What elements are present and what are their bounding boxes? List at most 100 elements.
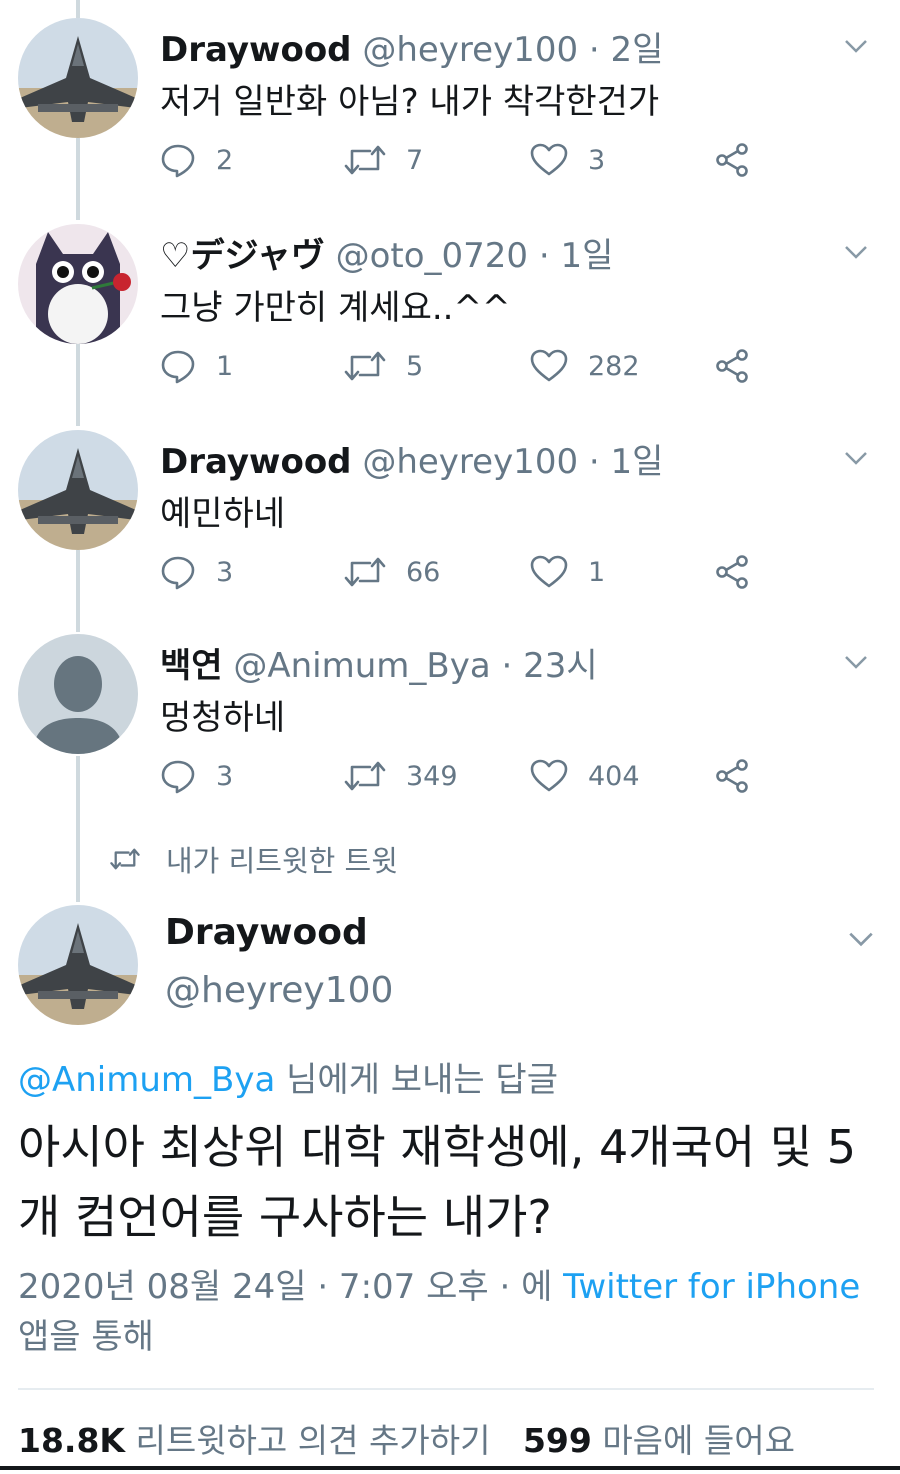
tweet-actions: 3 66 1 [160, 552, 800, 592]
avatar[interactable] [18, 224, 138, 344]
jet-avatar-image [18, 18, 138, 138]
like-button[interactable]: 1 [530, 552, 605, 592]
tweet-header: 백연 @Animum_Bya · 23시 [160, 644, 598, 688]
username[interactable]: @heyrey100 [362, 442, 578, 482]
separator-dot: · [588, 30, 600, 70]
retweet-icon [344, 761, 386, 791]
display-name[interactable]: 백연 [160, 646, 223, 686]
retweet-button[interactable]: 66 [344, 552, 440, 592]
tweet-stats: 18.8K 리트윗하고 의견 추가하기 599 마음에 들어요 [18, 1414, 795, 1462]
username[interactable]: @heyrey100 [362, 30, 578, 70]
like-count: 404 [588, 760, 640, 792]
main-avatar[interactable] [18, 905, 138, 1025]
separator-dot: · [538, 236, 550, 276]
retweeted-label: 내가 리트윗한 트윗 [166, 844, 398, 878]
source-suffix: 앱을 통해 [18, 1317, 154, 1357]
tweet-header: Draywood @heyrey100 · 1일 [160, 440, 663, 484]
thread-tweet[interactable]: Draywood @heyrey100 · 2일 저거 일반화 아님? 내가 착… [0, 18, 900, 208]
reply-to-link[interactable]: @Animum_Bya [18, 1060, 275, 1100]
share-icon [716, 759, 748, 793]
cat-avatar-image [18, 224, 138, 344]
avatar[interactable] [18, 18, 138, 138]
heart-icon [530, 143, 568, 176]
jet-avatar-image [18, 430, 138, 550]
reply-count: 2 [216, 144, 234, 176]
retweet-count: 66 [406, 556, 441, 588]
display-name[interactable]: ♡デジャヴ [160, 236, 325, 276]
divider [18, 1388, 874, 1390]
bottom-divider [0, 1466, 900, 1470]
retweet-button[interactable]: 5 [344, 346, 423, 386]
thread-line [76, 0, 80, 18]
like-count: 1 [588, 556, 606, 588]
like-button[interactable]: 282 [530, 346, 640, 386]
main-display-name[interactable]: Draywood [165, 912, 368, 953]
reply-button[interactable]: 3 [160, 552, 233, 592]
retweet-button[interactable]: 349 [344, 756, 458, 796]
separator-dot: · [501, 646, 513, 686]
retweet-stat[interactable]: 18.8K 리트윗하고 의견 추가하기 [18, 1421, 490, 1460]
reply-icon [161, 350, 195, 384]
display-name[interactable]: Draywood [160, 442, 352, 482]
reply-icon [161, 760, 195, 794]
reply-count: 1 [216, 350, 234, 382]
reply-count: 3 [216, 556, 234, 588]
thread-tweet[interactable]: ♡デジャヴ @oto_0720 · 1일 그냥 가만히 계세요..^^ 1 5 … [0, 224, 900, 414]
tweet-time[interactable]: 23시 [523, 646, 598, 686]
like-button[interactable]: 3 [530, 140, 605, 180]
avatar[interactable] [18, 430, 138, 550]
tweet-actions: 1 5 282 [160, 346, 800, 386]
reply-icon [161, 556, 195, 590]
reply-button[interactable]: 3 [160, 756, 233, 796]
share-button[interactable] [714, 756, 770, 796]
tweet-text: 멍청하네 [160, 698, 286, 738]
retweet-icon [344, 145, 386, 175]
share-icon [716, 555, 748, 589]
heart-icon [530, 555, 568, 588]
source-link[interactable]: Twitter for iPhone [563, 1267, 860, 1307]
reply-to-suffix: 님에게 보내는 답글 [275, 1060, 558, 1100]
reply-icon [161, 144, 195, 178]
main-username[interactable]: @heyrey100 [165, 970, 393, 1011]
reply-count: 3 [216, 760, 234, 792]
like-stat[interactable]: 599 마음에 들어요 [523, 1421, 795, 1460]
share-button[interactable] [714, 552, 770, 592]
chevron-down-icon[interactable] [842, 648, 870, 676]
retweet-icon [344, 351, 386, 381]
main-tweet-text: 아시아 최상위 대학 재학생에, 4개국어 및 5개 컴언어를 구사하는 내가? [18, 1120, 857, 1244]
tweet-text: 예민하네 [160, 494, 286, 534]
jet-avatar-image [18, 905, 138, 1025]
retweet-small-icon [110, 848, 140, 870]
chevron-down-icon[interactable] [842, 444, 870, 472]
reply-context: @Animum_Bya 님에게 보내는 답글 [18, 1052, 558, 1101]
thread-tweet[interactable]: 백연 @Animum_Bya · 23시 멍청하네 3 349 404 [0, 634, 900, 824]
like-button[interactable]: 404 [530, 756, 640, 796]
chevron-down-icon[interactable] [842, 32, 870, 60]
separator-dot: · [588, 442, 600, 482]
tweet-time[interactable]: 2일 [611, 30, 664, 70]
retweet-count: 349 [406, 760, 458, 792]
display-name[interactable]: Draywood [160, 30, 352, 70]
username[interactable]: @oto_0720 [336, 236, 528, 276]
reply-button[interactable]: 1 [160, 346, 233, 386]
chevron-down-icon[interactable] [846, 924, 876, 954]
retweet-total: 18.8K [18, 1421, 125, 1460]
share-icon [716, 143, 748, 177]
tweet-actions: 2 7 3 [160, 140, 800, 180]
username[interactable]: @Animum_Bya [233, 646, 490, 686]
chevron-down-icon[interactable] [842, 238, 870, 266]
tweet-time[interactable]: 1일 [561, 236, 614, 276]
timestamp: 2020년 08월 24일 · 7:07 오후 · 에 [18, 1267, 564, 1307]
share-button[interactable] [714, 140, 770, 180]
tweet-text: 그냥 가만히 계세요..^^ [160, 288, 511, 328]
share-button[interactable] [714, 346, 770, 386]
default-avatar-image [18, 634, 138, 754]
retweet-count: 5 [406, 350, 424, 382]
tweet-time[interactable]: 1일 [611, 442, 664, 482]
tweet-meta: 2020년 08월 24일 · 7:07 오후 · 에 Twitter for … [18, 1262, 878, 1362]
thread-tweet[interactable]: Draywood @heyrey100 · 1일 예민하네 3 66 1 [0, 430, 900, 620]
reply-button[interactable]: 2 [160, 140, 233, 180]
retweet-button[interactable]: 7 [344, 140, 423, 180]
avatar[interactable] [18, 634, 138, 754]
retweet-stat-label: 리트윗하고 의견 추가하기 [125, 1421, 491, 1460]
